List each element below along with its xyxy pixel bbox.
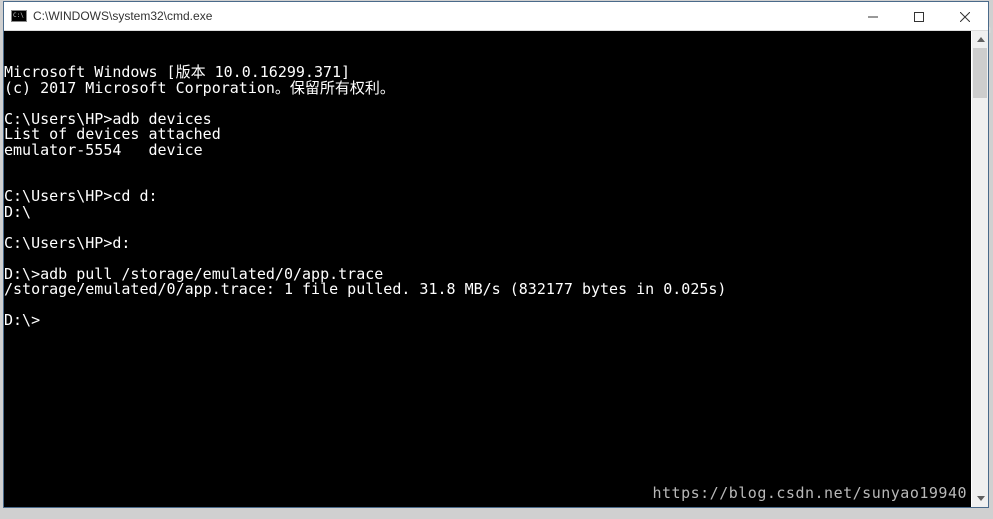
watermark-text: https://blog.csdn.net/sunyao19940 xyxy=(652,486,967,501)
minimize-button[interactable] xyxy=(850,2,896,31)
maximize-button[interactable] xyxy=(896,2,942,31)
terminal-output[interactable]: Microsoft Windows [版本 10.0.16299.371](c)… xyxy=(4,31,971,507)
terminal-line: D:\ xyxy=(4,205,971,221)
terminal-line: C:\Users\HP>cd d: xyxy=(4,189,971,205)
window-controls xyxy=(850,2,988,30)
scroll-down-button[interactable] xyxy=(972,490,988,507)
terminal-line: /storage/emulated/0/app.trace: 1 file pu… xyxy=(4,282,971,298)
cmd-icon xyxy=(11,10,27,22)
scrollbar[interactable] xyxy=(971,31,988,507)
terminal-line: D:\> xyxy=(4,313,971,329)
terminal-line: (c) 2017 Microsoft Corporation。保留所有权利。 xyxy=(4,81,971,97)
window-title: C:\WINDOWS\system32\cmd.exe xyxy=(33,2,850,31)
close-button[interactable] xyxy=(942,2,988,31)
terminal-area: Microsoft Windows [版本 10.0.16299.371](c)… xyxy=(4,31,988,507)
terminal-line xyxy=(4,298,971,314)
titlebar[interactable]: C:\WINDOWS\system32\cmd.exe xyxy=(4,2,988,31)
terminal-line xyxy=(4,220,971,236)
terminal-line: emulator-5554 device xyxy=(4,143,971,159)
cmd-window: C:\WINDOWS\system32\cmd.exe Microsoft Wi… xyxy=(3,1,989,508)
terminal-line: C:\Users\HP>d: xyxy=(4,236,971,252)
terminal-line xyxy=(4,158,971,174)
scroll-up-button[interactable] xyxy=(972,31,988,48)
scroll-thumb[interactable] xyxy=(973,48,987,98)
